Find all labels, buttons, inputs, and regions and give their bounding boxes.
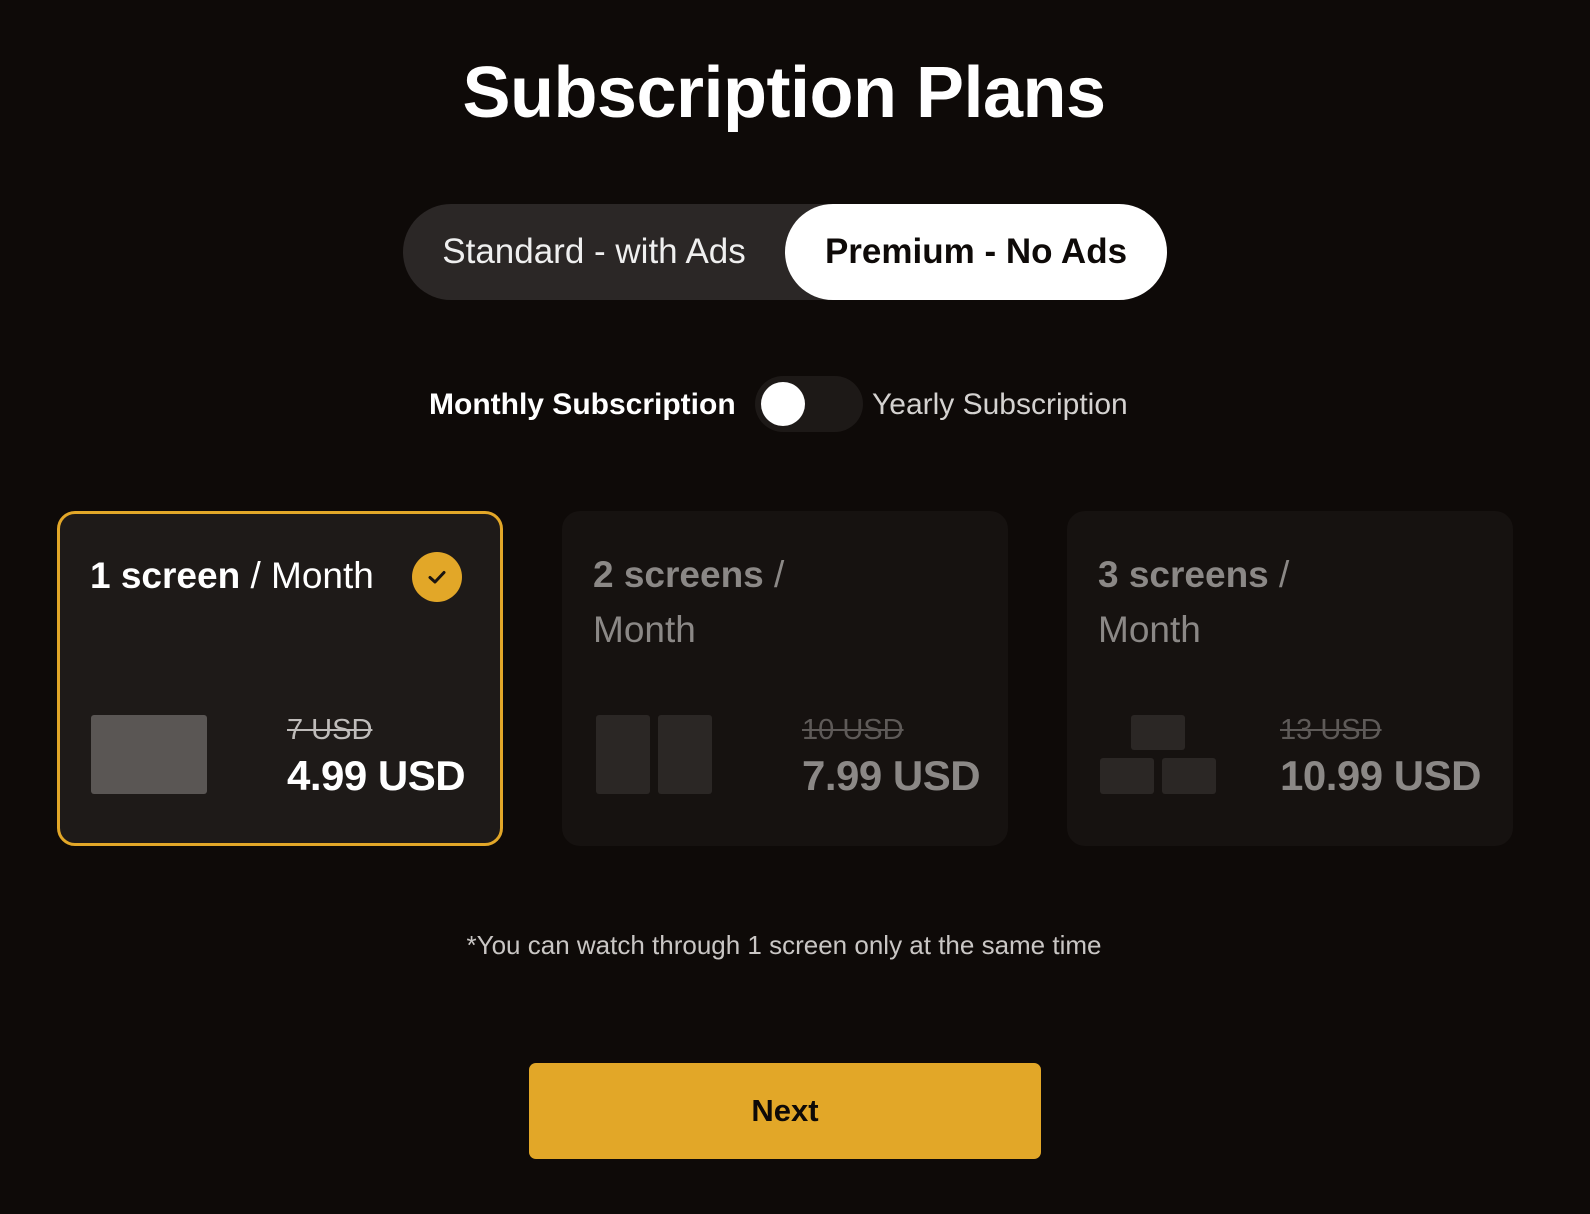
card-price: 10.99 USD: [1280, 752, 1481, 799]
plan-type-toggle: Standard - with Ads Premium - No Ads: [403, 204, 1167, 300]
card-title: 1 screen / Month: [90, 548, 380, 603]
card-screen-count: 3 screens: [1098, 554, 1269, 595]
single-screen-icon: [91, 715, 207, 794]
check-icon: [412, 552, 462, 602]
card-old-price: 10 USD: [802, 714, 904, 746]
plan-card-1-screen[interactable]: 1 screen / Month 7 USD 4.99 USD: [57, 511, 503, 846]
plan-card-3-screens[interactable]: 3 screens / Month 13 USD 10.99 USD: [1067, 511, 1513, 846]
switch-knob: [761, 382, 805, 426]
card-screen-count: 2 screens: [593, 554, 764, 595]
two-screens-icon: [596, 715, 712, 794]
card-title: 3 screens / Month: [1098, 547, 1338, 657]
card-screen-count: 1 screen: [90, 555, 241, 596]
monthly-subscription-label[interactable]: Monthly Subscription: [429, 388, 736, 422]
plan-card-2-screens[interactable]: 2 screens / Month 10 USD 7.99 USD: [562, 511, 1008, 846]
card-price: 7.99 USD: [802, 752, 981, 799]
card-period: / Month: [240, 555, 374, 596]
billing-period-switch[interactable]: [755, 376, 863, 432]
card-old-price: 13 USD: [1280, 714, 1382, 746]
card-title: 2 screens / Month: [593, 547, 883, 657]
billing-period-row: Monthly Subscription Yearly Subscription: [0, 374, 1568, 434]
subscription-page: Subscription Plans Standard - with Ads P…: [0, 0, 1590, 1214]
next-button[interactable]: Next: [529, 1063, 1041, 1159]
screen-limit-note: *You can watch through 1 screen only at …: [466, 930, 1102, 960]
three-screens-icon: [1100, 715, 1216, 794]
card-price: 4.99 USD: [287, 752, 466, 799]
card-old-price: 7 USD: [287, 714, 373, 746]
page-title: Subscription Plans: [462, 53, 1106, 133]
plan-option-standard[interactable]: Standard - with Ads: [403, 204, 785, 300]
plan-option-premium[interactable]: Premium - No Ads: [785, 204, 1167, 300]
yearly-subscription-label[interactable]: Yearly Subscription: [872, 388, 1128, 422]
